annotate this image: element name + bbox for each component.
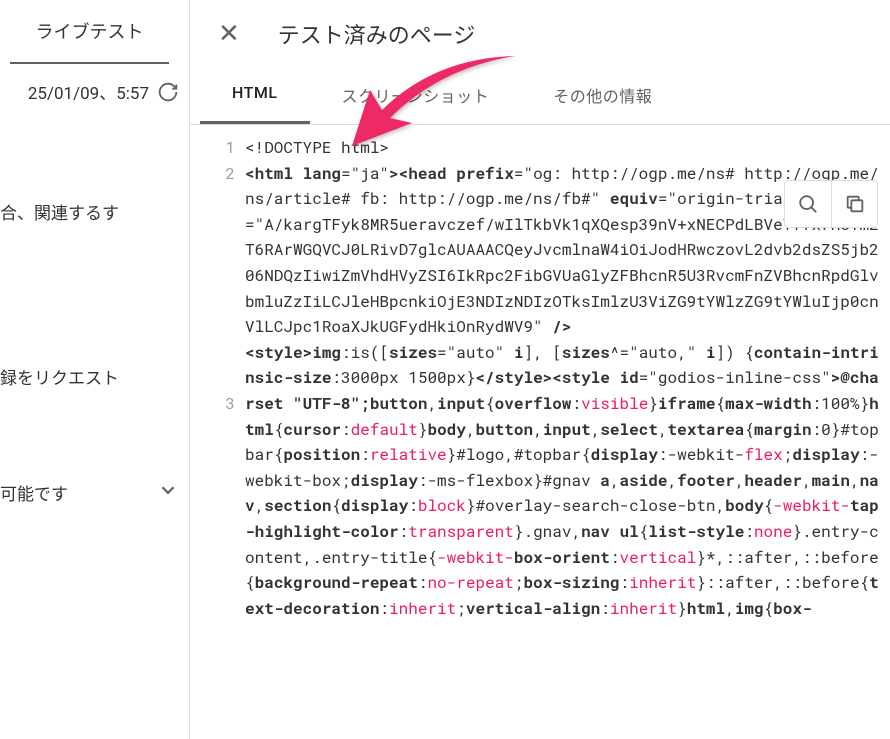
page-title: テスト済みのページ bbox=[278, 18, 476, 50]
sidebar-text-2: 録をリクエスト bbox=[0, 344, 189, 409]
chevron-down-icon bbox=[157, 479, 179, 506]
timestamp-text: 25/01/09、5:57 bbox=[28, 79, 149, 104]
tab-html[interactable]: HTML bbox=[200, 69, 310, 124]
copy-button[interactable] bbox=[831, 181, 877, 227]
search-button[interactable] bbox=[785, 181, 831, 227]
line-gutter: 1 2 3 bbox=[190, 135, 245, 621]
live-test-heading: ライブテスト bbox=[10, 0, 169, 64]
main-panel: ✕ テスト済みのページ HTML スクリーンショット その他の情報 1 2 3 … bbox=[190, 0, 890, 739]
sidebar-text-2-label: 録をリクエスト bbox=[0, 364, 119, 389]
code-line: <style>img:is([sizes="auto" i], [sizes^=… bbox=[245, 340, 880, 622]
refresh-icon[interactable] bbox=[157, 81, 179, 103]
sidebar-text-1-label: 合、関連するす bbox=[0, 199, 119, 224]
left-sidebar: ライブテスト 25/01/09、5:57 合、関連するす 録をリクエスト 可能で… bbox=[0, 0, 190, 739]
line-number: 3 bbox=[190, 391, 235, 417]
timestamp-row: 25/01/09、5:57 bbox=[0, 64, 189, 119]
tabs-row: HTML スクリーンショット その他の情報 bbox=[190, 69, 890, 125]
line-number: 1 bbox=[190, 135, 235, 161]
close-icon[interactable]: ✕ bbox=[210, 19, 248, 49]
tab-screenshot[interactable]: スクリーンショット bbox=[310, 69, 522, 124]
sidebar-text-1: 合、関連するす bbox=[0, 179, 189, 244]
sidebar-expand-item[interactable]: 可能です bbox=[0, 459, 189, 526]
sidebar-expand-label: 可能です bbox=[0, 480, 68, 505]
tab-other-info[interactable]: その他の情報 bbox=[521, 69, 684, 124]
code-line: <!DOCTYPE html> bbox=[245, 135, 880, 161]
line-number: 2 bbox=[190, 161, 235, 187]
panel-header: ✕ テスト済みのページ bbox=[190, 0, 890, 69]
code-action-toolbar bbox=[784, 180, 878, 228]
